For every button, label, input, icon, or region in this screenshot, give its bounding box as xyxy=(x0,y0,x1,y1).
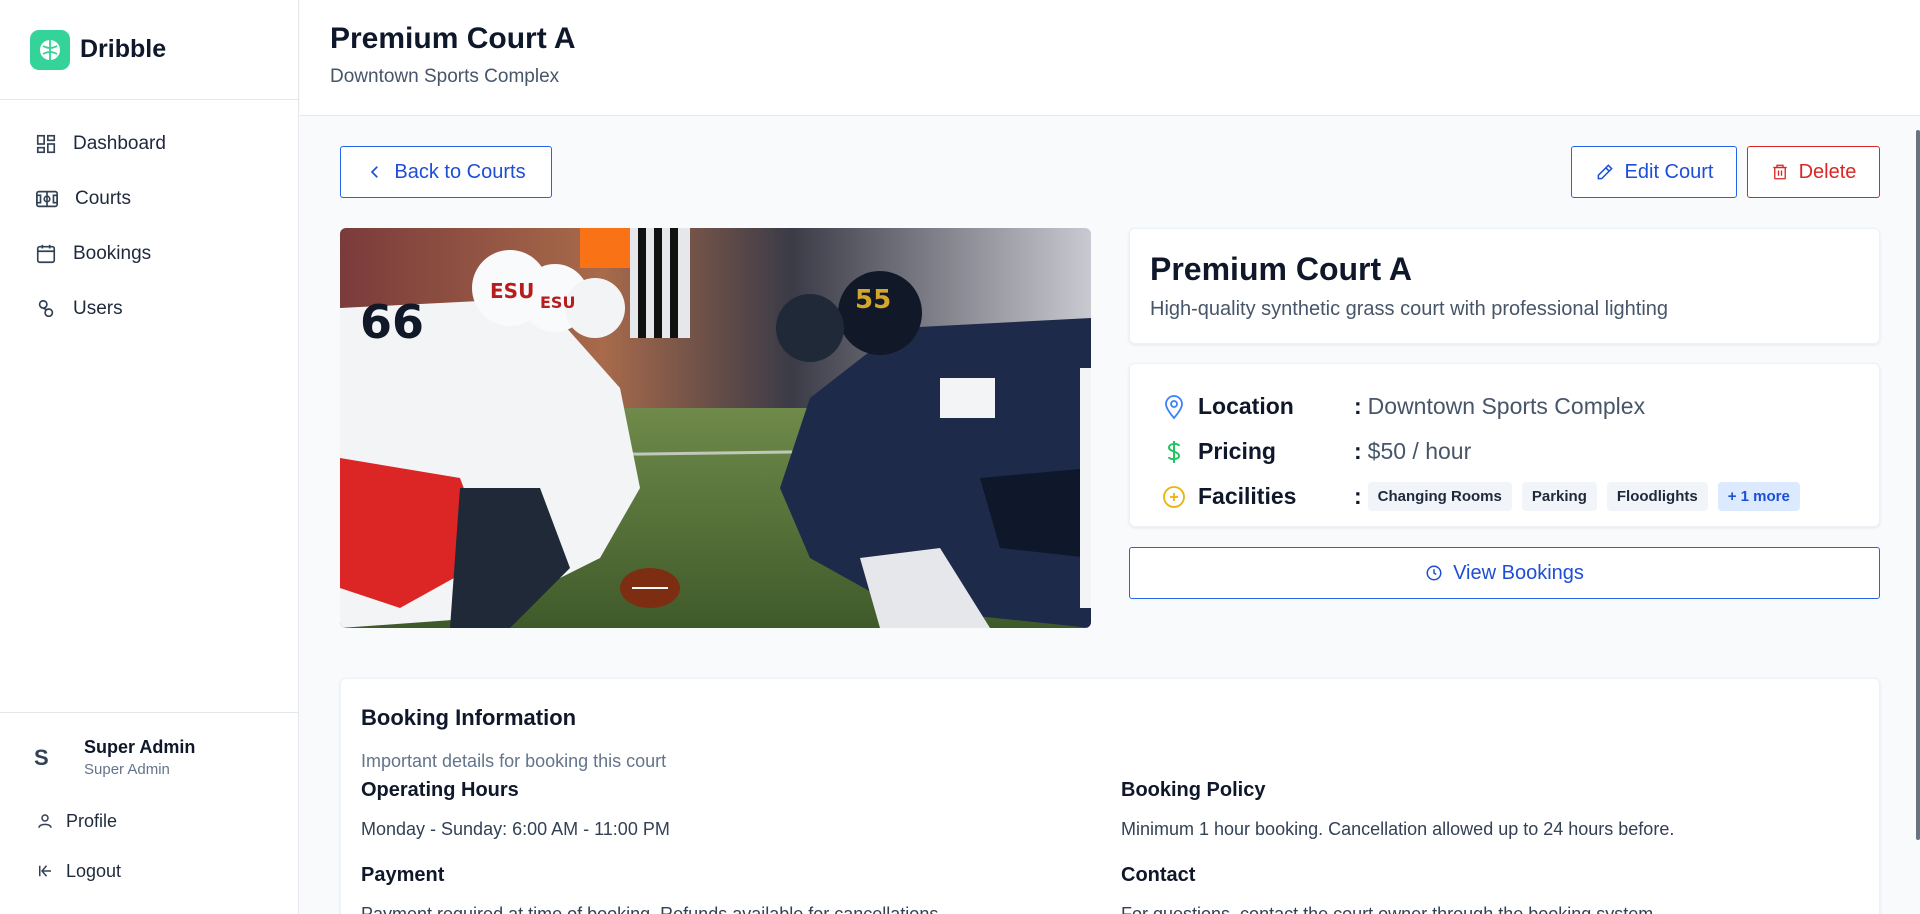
sidebar-item-bookings[interactable]: Bookings xyxy=(0,226,298,281)
booking-policy-value: Minimum 1 hour booking. Cancellation all… xyxy=(1121,819,1675,839)
clock-icon xyxy=(1426,565,1442,581)
court-icon xyxy=(36,190,58,207)
operating-hours-section: Operating Hours Monday - Sunday: 6:00 AM… xyxy=(361,779,670,840)
court-name: Premium Court A xyxy=(1150,251,1412,287)
edit-court-button[interactable]: Edit Court xyxy=(1571,146,1737,198)
user-card[interactable]: S Super Admin Super Admin xyxy=(0,713,298,778)
plus-circle-icon xyxy=(1163,485,1185,508)
dashboard-icon xyxy=(36,134,56,153)
dollar-icon xyxy=(1167,440,1181,463)
facilities-label: Facilities xyxy=(1198,483,1297,509)
logout-link[interactable]: Logout xyxy=(0,846,298,896)
pricing-value: $50 / hour xyxy=(1367,438,1472,464)
main-content: Back to Courts Edit Court Delete ESU ESU… xyxy=(300,117,1920,914)
logout-icon xyxy=(39,865,51,877)
booking-info-card: Booking Information Important details fo… xyxy=(340,678,1880,914)
page-subtitle: Downtown Sports Complex xyxy=(330,66,560,87)
page-header: Premium Court A Downtown Sports Complex xyxy=(300,0,1920,116)
sidebar-item-courts[interactable]: Courts xyxy=(0,171,298,226)
avatar: S xyxy=(34,744,49,770)
location-row: Location : Downtown Sports Complex xyxy=(1160,384,1879,429)
payment-label: Payment xyxy=(361,864,445,886)
facilities-row: Facilities : Changing Rooms Parking Floo… xyxy=(1160,474,1879,519)
trash-icon xyxy=(1772,164,1787,180)
brand[interactable]: Dribble xyxy=(0,0,298,100)
delete-button[interactable]: Delete xyxy=(1747,146,1880,198)
facility-tag: Parking xyxy=(1521,482,1597,511)
booking-info-subtitle: Important details for booking this court xyxy=(361,751,667,771)
back-to-courts-button[interactable]: Back to Courts xyxy=(340,146,552,198)
booking-policy-section: Booking Policy Minimum 1 hour booking. C… xyxy=(1121,779,1674,840)
delete-label: Delete xyxy=(1798,160,1857,183)
payment-value: Payment required at time of booking. Ref… xyxy=(361,904,944,914)
contact-label: Contact xyxy=(1121,864,1196,886)
map-pin-icon xyxy=(1165,394,1183,419)
svg-text:ESU: ESU xyxy=(490,279,534,303)
user-role: Super Admin xyxy=(84,761,170,778)
operating-hours-label: Operating Hours xyxy=(361,779,519,801)
court-image: ESU ESU 66 55 xyxy=(340,228,1091,628)
pencil-icon xyxy=(1597,164,1613,180)
brand-name: Dribble xyxy=(80,35,167,63)
pricing-label: Pricing xyxy=(1198,438,1276,464)
pricing-row: Pricing : $50 / hour xyxy=(1160,429,1879,474)
booking-policy-label: Booking Policy xyxy=(1121,779,1266,801)
back-label: Back to Courts xyxy=(394,160,526,183)
svg-text:55: 55 xyxy=(855,285,891,315)
view-bookings-button[interactable]: View Bookings xyxy=(1129,547,1880,599)
location-value: Downtown Sports Complex xyxy=(1367,393,1646,419)
svg-text:66: 66 xyxy=(360,295,424,349)
contact-value: For questions, contact the court owner t… xyxy=(1121,904,1659,914)
facility-tag: Changing Rooms xyxy=(1367,482,1512,511)
sidebar-item-users[interactable]: Users xyxy=(0,281,298,336)
sidebar-item-label: Bookings xyxy=(73,242,152,264)
calendar-icon xyxy=(36,244,56,263)
sidebar: Dribble Dashboard Courts Bookings Users … xyxy=(0,0,299,914)
location-label: Location xyxy=(1198,393,1294,419)
edit-label: Edit Court xyxy=(1624,160,1714,183)
facility-tag: Floodlights xyxy=(1606,482,1708,511)
svg-text:ESU: ESU xyxy=(540,293,575,312)
facilities-more-tag[interactable]: + 1 more xyxy=(1717,482,1800,511)
brand-logo-icon xyxy=(30,29,70,70)
sidebar-item-label: Courts xyxy=(75,187,131,209)
profile-label: Profile xyxy=(66,810,118,831)
user-name: Super Admin xyxy=(84,737,196,757)
operating-hours-value: Monday - Sunday: 6:00 AM - 11:00 PM xyxy=(361,819,670,839)
logout-label: Logout xyxy=(66,860,122,881)
contact-section: Contact For questions, contact the court… xyxy=(1121,864,1658,914)
chevron-left-icon xyxy=(371,166,379,178)
payment-section: Payment Payment required at time of book… xyxy=(361,864,943,914)
sidebar-nav: Dashboard Courts Bookings Users xyxy=(0,100,298,336)
sidebar-item-label: Users xyxy=(73,297,123,319)
court-info-card: Location : Downtown Sports Complex Prici… xyxy=(1129,363,1880,527)
users-icon xyxy=(38,299,54,317)
page-title: Premium Court A xyxy=(330,22,576,55)
booking-info-title: Booking Information xyxy=(361,705,577,730)
profile-link[interactable]: Profile xyxy=(0,796,298,846)
user-icon xyxy=(38,814,52,828)
court-description: High-quality synthetic grass court with … xyxy=(1150,298,1669,320)
view-bookings-label: View Bookings xyxy=(1453,561,1584,584)
sidebar-item-label: Dashboard xyxy=(73,132,166,154)
court-title-card: Premium Court A High-quality synthetic g… xyxy=(1129,228,1880,344)
scrollbar[interactable] xyxy=(1916,130,1920,840)
sidebar-item-dashboard[interactable]: Dashboard xyxy=(0,116,298,171)
sidebar-footer: S Super Admin Super Admin Profile Logout xyxy=(0,712,298,914)
